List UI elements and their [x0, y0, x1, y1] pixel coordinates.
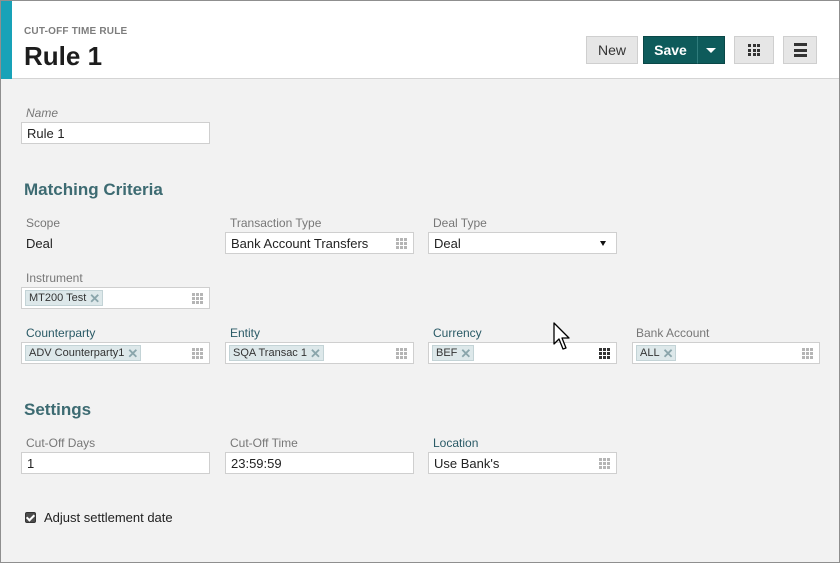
transaction-type-value: Bank Account Transfers [231, 235, 369, 251]
instrument-field[interactable]: MT200 Test ✕ [21, 287, 210, 309]
caret-down-icon [706, 47, 716, 53]
remove-tag-icon[interactable]: ✕ [663, 347, 674, 360]
settings-title: Settings [24, 400, 92, 419]
picker-grid-icon[interactable] [192, 293, 203, 304]
accent-bar [1, 1, 12, 79]
hamburger-icon [793, 43, 807, 57]
entity-field[interactable]: SQA Transac 1 ✕ [225, 342, 414, 364]
location-field[interactable]: Use Bank's [428, 452, 617, 474]
counterparty-field[interactable]: ADV Counterparty1 ✕ [21, 342, 210, 364]
transaction-type-label: Transaction Type [230, 216, 322, 230]
cutoff-time-input[interactable]: 23:59:59 [225, 452, 414, 474]
instrument-tag: MT200 Test ✕ [25, 290, 104, 306]
deal-type-value: Deal [434, 235, 461, 251]
picker-grid-icon[interactable] [599, 348, 610, 359]
bank-account-tag-text: ALL [640, 347, 660, 359]
instrument-tag-text: MT200 Test [29, 292, 87, 304]
picker-grid-icon[interactable] [802, 348, 813, 359]
cutoff-days-input[interactable]: 1 [21, 452, 210, 474]
currency-tag: BEF ✕ [432, 345, 475, 361]
remove-tag-icon[interactable]: ✕ [310, 347, 321, 360]
grid-view-button[interactable] [734, 36, 774, 64]
scope-label: Scope [26, 216, 61, 230]
currency-field[interactable]: BEF ✕ [428, 342, 617, 364]
entity-tag: SQA Transac 1 ✕ [229, 345, 324, 361]
remove-tag-icon[interactable]: ✕ [89, 292, 100, 305]
currency-tag-text: BEF [436, 347, 458, 359]
bank-account-field[interactable]: ALL ✕ [632, 342, 820, 364]
dropdown-arrow-icon [600, 241, 606, 246]
remove-tag-icon[interactable]: ✕ [460, 347, 471, 360]
matching-criteria-title: Matching Criteria [24, 180, 163, 199]
picker-grid-icon[interactable] [396, 238, 407, 249]
deal-type-select[interactable]: Deal [428, 232, 617, 254]
bank-account-label: Bank Account [636, 326, 710, 340]
mouse-cursor-icon [553, 322, 570, 350]
name-input[interactable]: Rule 1 [21, 122, 210, 144]
currency-label: Currency [433, 326, 482, 340]
page-title: Rule 1 [24, 41, 103, 71]
counterparty-label: Counterparty [26, 326, 96, 340]
save-button[interactable]: Save [643, 36, 698, 64]
new-button[interactable]: New [586, 36, 638, 64]
entity-label: Entity [230, 326, 261, 340]
remove-tag-icon[interactable]: ✕ [127, 347, 138, 360]
counterparty-tag: ADV Counterparty1 ✕ [25, 345, 142, 361]
adjust-settlement-checkbox[interactable] [25, 512, 36, 523]
scope-value: Deal [26, 236, 53, 251]
cutoff-days-label: Cut-Off Days [26, 436, 96, 450]
instrument-label: Instrument [26, 271, 83, 285]
page-header: CUT-OFF TIME RULE Rule 1 New Save [1, 1, 839, 79]
adjust-settlement-label[interactable]: Adjust settlement date [44, 510, 173, 525]
entity-tag-text: SQA Transac 1 [233, 347, 307, 359]
picker-grid-icon[interactable] [599, 458, 610, 469]
page-subtitle: CUT-OFF TIME RULE [24, 26, 128, 37]
picker-grid-icon[interactable] [396, 348, 407, 359]
transaction-type-field[interactable]: Bank Account Transfers [225, 232, 414, 254]
deal-type-label: Deal Type [433, 216, 487, 230]
menu-button[interactable] [783, 36, 817, 64]
bank-account-tag: ALL ✕ [636, 345, 677, 361]
picker-grid-icon[interactable] [192, 348, 203, 359]
cutoff-time-label: Cut-Off Time [230, 436, 298, 450]
rule-editor-window: CUT-OFF TIME RULE Rule 1 New Save Name R… [0, 0, 840, 563]
counterparty-tag-text: ADV Counterparty1 [29, 347, 125, 359]
save-dropdown-button[interactable] [697, 36, 725, 64]
grid-icon [748, 44, 760, 56]
location-value: Use Bank's [434, 455, 500, 471]
location-label: Location [433, 436, 479, 450]
name-label: Name [26, 106, 59, 120]
